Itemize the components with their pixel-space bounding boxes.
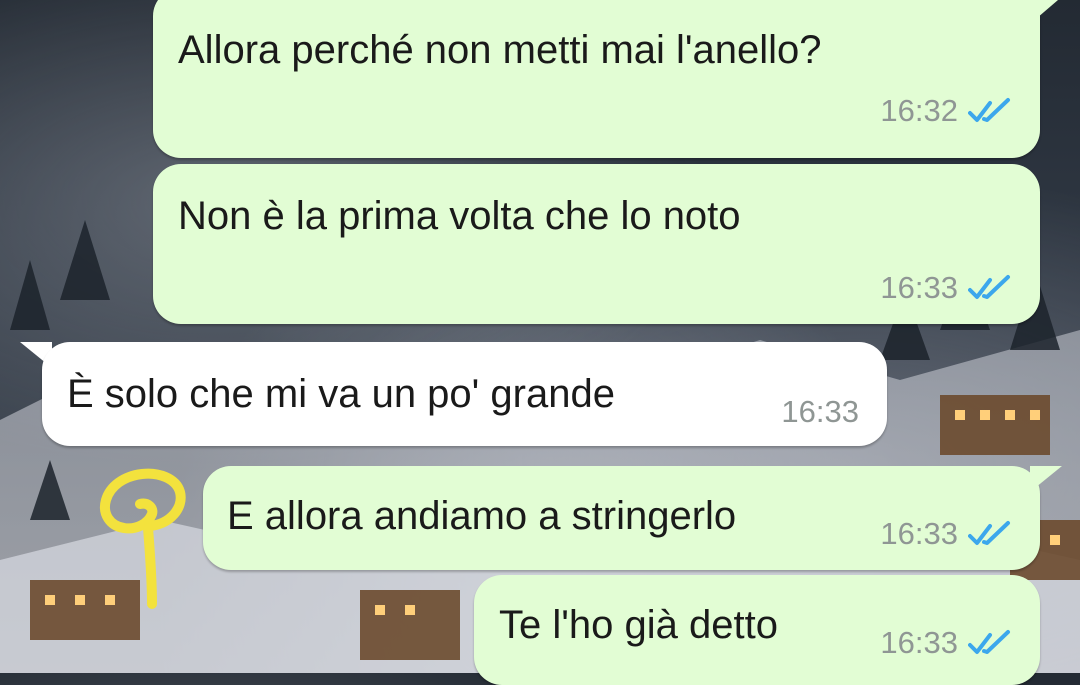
message-text: È solo che mi va un po' grande — [67, 372, 615, 416]
message-time: 16:33 — [880, 270, 958, 305]
message-time: 16:33 — [880, 516, 958, 551]
message-meta: 16:33 — [880, 270, 1012, 306]
message-meta: 16:33 — [880, 625, 1012, 661]
message-text: Te l'ho già detto — [499, 603, 778, 647]
message-text: Allora perché non metti mai l'anello? — [178, 28, 822, 72]
read-receipts-icon — [968, 98, 1010, 122]
read-receipts-icon — [968, 521, 1010, 545]
message-bubble-incoming[interactable]: È solo che mi va un po' grande 16:33 — [42, 342, 887, 446]
message-text: Non è la prima volta che lo noto — [178, 194, 741, 238]
message-time: 16:33 — [781, 394, 859, 429]
message-bubble-outgoing[interactable]: Te l'ho già detto 16:33 — [474, 575, 1040, 685]
message-meta: 16:33 — [880, 516, 1012, 552]
read-receipts-icon — [968, 275, 1010, 299]
message-bubble-outgoing[interactable]: Non è la prima volta che lo noto 16:33 — [153, 164, 1040, 324]
message-time: 16:33 — [880, 625, 958, 660]
message-time: 16:32 — [880, 93, 958, 128]
bubble-tail — [1030, 466, 1062, 492]
read-receipts-icon — [968, 630, 1010, 654]
ring-annotation-icon — [100, 468, 186, 609]
message-bubble-outgoing[interactable]: Allora perché non metti mai l'anello? 16… — [153, 0, 1040, 158]
message-meta: 16:33 — [781, 394, 859, 430]
message-meta: 16:32 — [880, 93, 1012, 129]
message-bubble-outgoing[interactable]: E allora andiamo a stringerlo 16:33 — [203, 466, 1040, 570]
message-text: E allora andiamo a stringerlo — [227, 494, 737, 538]
bubble-tail — [1030, 0, 1058, 24]
